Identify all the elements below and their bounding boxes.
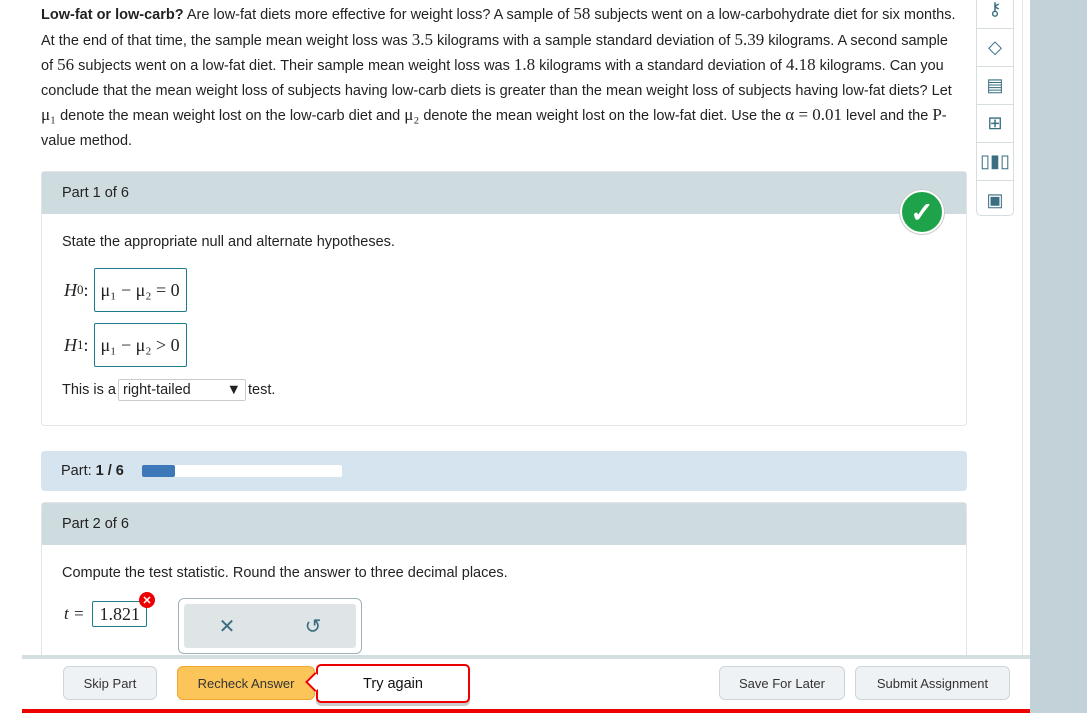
part-2-header: Part 2 of 6 <box>42 503 966 545</box>
part-2-question: Compute the test statistic. Round the an… <box>62 565 508 581</box>
problem-text-segment: 4.18 <box>785 55 816 74</box>
part-1-header: Part 1 of 6 <box>42 172 966 214</box>
progress-fill <box>141 465 176 477</box>
null-hypothesis: H0: μ₁ − μ₂ = 0 <box>64 268 187 312</box>
problem-text-segment: denote the mean weight lost on the low-f… <box>419 108 786 124</box>
error-indicator-line <box>22 709 1030 713</box>
clear-x-icon[interactable]: ✕ <box>219 614 236 639</box>
error-x-icon: ✕ <box>138 592 155 608</box>
alt-hypothesis: H1: μ₁ − μ₂ > 0 <box>64 323 187 367</box>
h0-label: H <box>64 279 77 300</box>
test-suffix: test. <box>248 382 276 398</box>
t-stat-value: 1.821 <box>99 603 140 624</box>
t-label: t = <box>64 604 85 623</box>
hint-document-icon[interactable]: ▤ <box>977 67 1013 105</box>
page-background <box>1030 0 1087 713</box>
alt-hypothesis-input[interactable]: μ₁ − μ₂ > 0 <box>93 323 187 367</box>
problem-text-segment: kilograms with a sample standard deviati… <box>433 32 735 49</box>
problem-text-segment: Low-fat or low-carb? <box>41 7 184 23</box>
progress-value: 1 / 6 <box>95 463 124 479</box>
try-again-tooltip: Try again <box>316 664 470 703</box>
save-for-later-button[interactable]: Save For Later <box>719 666 845 700</box>
divider <box>1022 0 1023 655</box>
problem-text-segment: P <box>932 105 942 124</box>
skip-part-button[interactable]: Skip Part <box>63 666 157 700</box>
null-hypothesis-input[interactable]: μ₁ − μ₂ = 0 <box>93 268 187 312</box>
correct-check-icon: ✓ <box>900 190 944 234</box>
submit-assignment-button[interactable]: Submit Assignment <box>855 666 1010 700</box>
problem-text-segment: Are low-fat diets more effective for wei… <box>183 7 574 23</box>
recheck-answer-button[interactable]: Recheck Answer <box>177 666 315 700</box>
problem-text-segment: denote the mean weight lost on the low-c… <box>56 108 405 124</box>
math-toolbar: ✕ ↺ <box>178 598 362 654</box>
problem-text-segment: 56 <box>57 55 75 74</box>
problem-text-segment: α = 0.01 <box>785 105 843 124</box>
bar-chart-icon[interactable]: ▯▮▯ <box>977 143 1013 181</box>
problem-text-segment: 5.39 <box>734 29 765 49</box>
problem-text-segment: 3.5 <box>411 29 433 49</box>
h0-sub: 0 <box>77 282 84 297</box>
problem-text-segment: 1.8 <box>513 55 536 74</box>
test-type-value: right-tailed <box>123 382 191 398</box>
test-prefix: This is a <box>62 382 116 398</box>
t-stat-row: t = 1.821 ✕ <box>64 592 155 627</box>
problem-text-segment: level and the <box>842 108 933 124</box>
tools-sidebar: ⚷ ◇ ▤ ⊞ ▯▮▯ ▣ <box>976 0 1014 216</box>
key-icon[interactable]: ⚷ <box>977 0 1013 29</box>
calculator-document-icon[interactable]: ▣ <box>977 181 1013 219</box>
h1-sub: 1 <box>77 337 84 352</box>
test-type-row: This is a right-tailed ▼ test. <box>62 379 275 401</box>
problem-text-segment: μ₂ <box>404 105 420 124</box>
undo-icon[interactable]: ↺ <box>305 614 322 639</box>
redo-diamond-icon[interactable]: ◇ <box>977 29 1013 67</box>
ebook-icon[interactable]: ⊞ <box>977 105 1013 143</box>
dropdown-arrow-icon: ▼ <box>226 382 241 398</box>
problem-text-segment: 58 <box>573 4 591 23</box>
progress-bar <box>141 465 342 477</box>
problem-text-segment: subjects went on a low-fat diet. Their s… <box>74 58 514 74</box>
problem-text-segment: kilograms with a standard deviation of <box>535 58 786 74</box>
t-stat-input[interactable]: 1.821 ✕ <box>92 592 155 627</box>
h1-label: H <box>64 334 77 355</box>
problem-statement: Low-fat or low-carb? Are low-fat diets m… <box>41 2 961 153</box>
progress-label: Part: <box>61 463 92 479</box>
problem-text-segment: μ₁ <box>41 105 57 124</box>
part-1-question: State the appropriate null and alternate… <box>62 234 395 250</box>
progress-bar-panel: Part: 1 / 6 <box>41 451 967 491</box>
test-type-select[interactable]: right-tailed ▼ <box>118 379 246 401</box>
